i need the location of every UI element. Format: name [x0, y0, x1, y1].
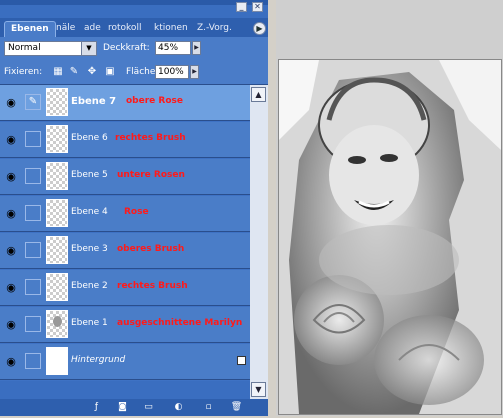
new-group-icon[interactable]: ▭ [142, 401, 155, 414]
eye-icon[interactable]: ◉ [3, 132, 19, 148]
eye-icon[interactable]: ◉ [3, 95, 19, 111]
layer-note: oberes Brush [117, 244, 185, 254]
chevron-down-icon: ▼ [81, 42, 96, 55]
tab-protokoll[interactable]: rotokoll [108, 21, 141, 36]
blend-mode-select[interactable]: Normal ▼ [4, 41, 97, 56]
tab-kanaele[interactable]: näle [56, 21, 75, 36]
layer-row[interactable]: ◉ Hintergrund [0, 344, 250, 380]
lock-move-icon[interactable]: ✥ [86, 66, 98, 78]
fill-label: Fläche [126, 67, 156, 77]
eye-icon[interactable]: ◉ [3, 243, 19, 259]
layer-row[interactable]: ◉ Ebene 5 untere Rosen [0, 159, 250, 195]
layer-name[interactable]: Ebene 2 [71, 281, 108, 291]
link-box[interactable] [25, 279, 41, 295]
lock-fill-row: Fixieren: ▦ ✎ ✥ ▣ Fläche 100% ▶ [0, 60, 268, 85]
panel-menu-button[interactable]: ▶ [253, 22, 266, 35]
layer-note: rechtes Brush [117, 281, 188, 291]
layer-thumbnail [46, 162, 68, 190]
layer-mask-icon[interactable]: ◙ [116, 401, 129, 414]
eye-icon[interactable]: ◉ [3, 169, 19, 185]
layer-thumbnail [46, 273, 68, 301]
layer-row[interactable]: ◉ Ebene 4 Rose [0, 196, 250, 232]
opacity-input[interactable]: 45% [155, 41, 191, 55]
blend-opacity-row: Normal ▼ Deckkraft: 45% ▶ [0, 37, 268, 60]
lock-icon [237, 356, 246, 365]
close-button[interactable]: ✕ [252, 2, 263, 12]
layer-name[interactable]: Ebene 5 [71, 170, 108, 180]
link-box[interactable] [25, 205, 41, 221]
trash-icon[interactable]: 🗑 [230, 401, 243, 414]
layer-name[interactable]: Hintergrund [71, 355, 125, 365]
link-box[interactable] [25, 131, 41, 147]
layer-style-icon[interactable]: ƒ [90, 401, 103, 414]
layer-note: obere Rose [126, 96, 183, 106]
blend-mode-value: Normal [8, 43, 41, 53]
scroll-down-button[interactable]: ▼ [251, 382, 266, 397]
eye-icon[interactable]: ◉ [3, 354, 19, 370]
layer-name[interactable]: Ebene 7 [71, 96, 116, 107]
fill-input[interactable]: 100% [155, 65, 189, 79]
panel-divider [268, 0, 276, 416]
fill-slider-button[interactable]: ▶ [190, 65, 199, 79]
layer-note: Rose [124, 207, 149, 217]
layer-row[interactable]: ◉ Ebene 6 rechtes Brush [0, 122, 250, 158]
new-layer-icon[interactable]: ▫ [202, 401, 215, 414]
layer-name[interactable]: Ebene 4 [71, 207, 108, 217]
tab-werkzeugvorgaben[interactable]: Z.-Vorg. [197, 21, 232, 36]
layer-list: ◉ ✎ Ebene 7 obere Rose ◉ Ebene 6 rechtes… [0, 85, 250, 381]
layer-thumbnail [46, 199, 68, 227]
brush-icon[interactable]: ✎ [25, 94, 41, 110]
panel-titlebar: _ ✕ [0, 0, 268, 12]
minimize-button[interactable]: _ [236, 2, 247, 12]
tab-ebenen[interactable]: Ebenen [4, 21, 56, 37]
link-box[interactable] [25, 316, 41, 332]
lock-label: Fixieren: [4, 67, 43, 77]
layer-thumbnail [46, 88, 68, 116]
layer-actions-bar: ƒ ◙ ▭ ◐ ▫ 🗑 [0, 399, 268, 416]
layer-thumbnail [46, 310, 68, 338]
lock-brush-icon[interactable]: ✎ [68, 66, 80, 78]
eye-icon[interactable]: ◉ [3, 206, 19, 222]
tab-pfade[interactable]: ade [84, 21, 101, 36]
lock-all-icon[interactable]: ▣ [104, 66, 116, 78]
layer-note: untere Rosen [117, 170, 185, 180]
layer-row[interactable]: ◉ Ebene 3 oberes Brush [0, 233, 250, 269]
link-box[interactable] [25, 242, 41, 258]
layer-scrollbar[interactable]: ▲ ▼ [250, 85, 268, 399]
layer-row[interactable]: ◉ ✎ Ebene 7 obere Rose [0, 85, 250, 121]
layer-row[interactable]: ◉ Ebene 1 ausgeschnittene Marilyn [0, 307, 250, 343]
link-box[interactable] [25, 168, 41, 184]
layer-name[interactable]: Ebene 6 [71, 133, 108, 143]
tab-aktionen[interactable]: ktionen [154, 21, 188, 36]
tab-bar: Ebenen näle ade rotokoll ktionen Z.-Vorg… [0, 18, 268, 37]
lock-transparency-icon[interactable]: ▦ [52, 66, 64, 78]
opacity-label: Deckkraft: [103, 43, 150, 53]
canvas-image [279, 60, 501, 414]
eye-icon[interactable]: ◉ [3, 280, 19, 296]
layer-note: ausgeschnittene Marilyn [117, 318, 243, 328]
layer-row[interactable]: ◉ Ebene 2 rechtes Brush [0, 270, 250, 306]
layer-thumbnail [46, 347, 68, 375]
eye-icon[interactable]: ◉ [3, 317, 19, 333]
layer-thumbnail [46, 125, 68, 153]
adjustment-layer-icon[interactable]: ◐ [172, 401, 185, 414]
opacity-slider-button[interactable]: ▶ [192, 41, 201, 55]
link-box[interactable] [25, 353, 41, 369]
layers-panel: _ ✕ Ebenen näle ade rotokoll ktionen Z.-… [0, 0, 268, 416]
layer-note: rechtes Brush [115, 133, 186, 143]
scroll-up-button[interactable]: ▲ [251, 87, 266, 102]
layer-name[interactable]: Ebene 3 [71, 244, 108, 254]
layer-name[interactable]: Ebene 1 [71, 318, 108, 328]
document-canvas[interactable] [278, 59, 502, 415]
layer-thumbnail [46, 236, 68, 264]
